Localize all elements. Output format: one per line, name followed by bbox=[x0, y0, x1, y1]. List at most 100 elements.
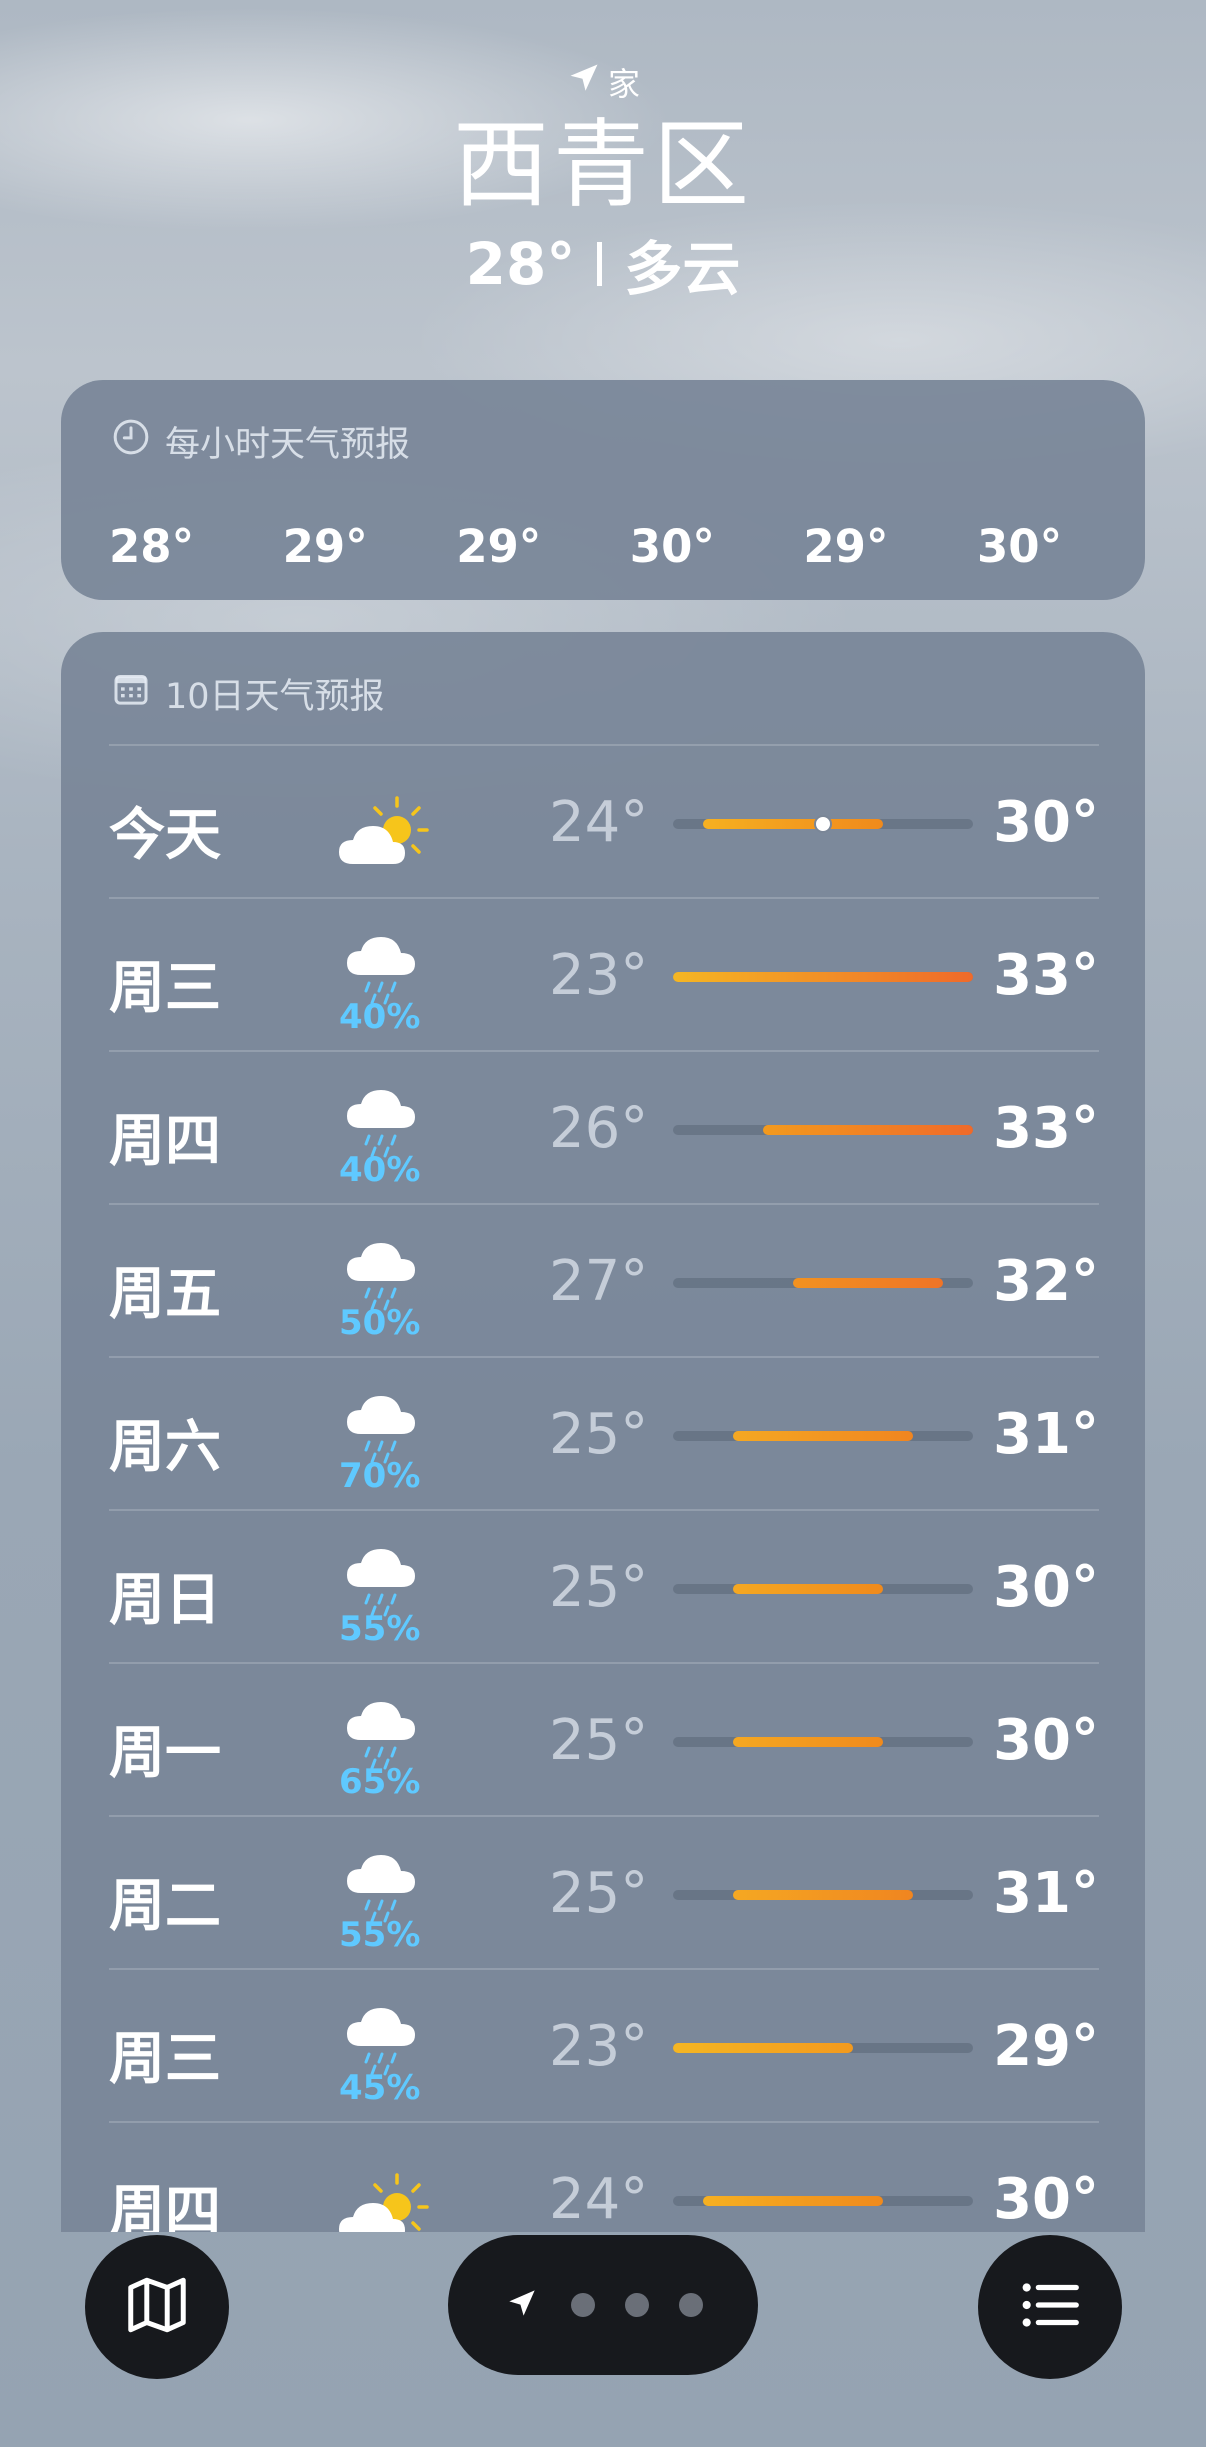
temperature-range-fill bbox=[733, 1431, 913, 1441]
temperature-range-fill bbox=[733, 1584, 883, 1594]
day-label: 周一 bbox=[109, 1721, 221, 1786]
hourly-temp: 28° bbox=[109, 520, 195, 573]
current-conditions: 28° 多云 bbox=[0, 222, 1206, 306]
day-label: 周五 bbox=[109, 1262, 221, 1327]
high-temperature: 29° bbox=[993, 2014, 1099, 2079]
home-location-label: 家 bbox=[0, 60, 1206, 104]
hourly-temp: 30° bbox=[629, 520, 715, 573]
hourly-temp: 30° bbox=[976, 520, 1063, 573]
high-temperature: 30° bbox=[993, 2167, 1099, 2232]
temperature-range-fill bbox=[733, 1890, 913, 1900]
daily-forecast-row[interactable]: 周三 40% 23° 33° bbox=[109, 897, 1099, 1050]
precipitation-chance: 40% bbox=[339, 1150, 421, 1190]
temperature-range-bar bbox=[673, 1890, 973, 1900]
hourly-temp: 29° bbox=[803, 520, 889, 573]
daily-forecast-row[interactable]: 周六 70% 25° 31° bbox=[109, 1356, 1099, 1509]
day-label: 周六 bbox=[109, 1415, 221, 1480]
temperature-range-fill bbox=[793, 1278, 943, 1288]
day-label: 周三 bbox=[109, 2027, 221, 2092]
low-temperature: 26° bbox=[549, 1096, 649, 1161]
temperature-range-bar bbox=[673, 1584, 973, 1594]
day-label: 周三 bbox=[109, 956, 221, 1021]
precipitation-chance: 50% bbox=[339, 1303, 421, 1343]
day-label: 今天 bbox=[109, 803, 221, 868]
daily-forecast-row[interactable]: 周二 55% 25° 31° bbox=[109, 1815, 1099, 1968]
partly-cloudy-icon bbox=[335, 792, 431, 872]
high-temperature: 32° bbox=[993, 1249, 1099, 1314]
high-temperature: 31° bbox=[993, 1402, 1099, 1467]
low-temperature: 23° bbox=[549, 943, 649, 1008]
list-icon bbox=[1015, 2270, 1085, 2344]
hourly-temp: 29° bbox=[456, 520, 542, 573]
ten-day-forecast-title: 10日天气预报 bbox=[111, 668, 385, 719]
temperature-range-fill bbox=[703, 819, 883, 829]
day-label: 周四 bbox=[109, 1109, 221, 1174]
location-arrow-icon[interactable] bbox=[503, 2284, 541, 2326]
temperature-range-bar bbox=[673, 2196, 973, 2206]
high-temperature: 30° bbox=[993, 1708, 1099, 1773]
temperature-range-fill bbox=[733, 1737, 883, 1747]
high-temperature: 33° bbox=[993, 943, 1099, 1008]
ten-day-title-text: 10日天气预报 bbox=[165, 677, 385, 717]
temperature-range-bar bbox=[673, 2043, 973, 2053]
page-dot[interactable] bbox=[625, 2293, 649, 2317]
location-arrow-icon bbox=[566, 60, 602, 104]
calendar-icon bbox=[111, 669, 151, 718]
low-temperature: 25° bbox=[549, 1861, 649, 1926]
daily-forecast-row[interactable]: 周五 50% 27° 32° bbox=[109, 1203, 1099, 1356]
low-temperature: 24° bbox=[549, 2167, 649, 2232]
precipitation-chance: 70% bbox=[339, 1456, 421, 1496]
temperature-range-fill bbox=[763, 1125, 973, 1135]
temperature-range-fill bbox=[673, 2043, 853, 2053]
page-indicator[interactable] bbox=[448, 2235, 758, 2375]
current-condition-text: 多云 bbox=[624, 235, 741, 304]
map-button[interactable] bbox=[85, 2235, 229, 2379]
city-list-button[interactable] bbox=[978, 2235, 1122, 2379]
daily-forecast-row[interactable]: 周日 55% 25° 30° bbox=[109, 1509, 1099, 1662]
divider bbox=[597, 242, 603, 287]
page-dot[interactable] bbox=[679, 2293, 703, 2317]
city-name: 西青区 bbox=[453, 109, 753, 221]
daily-forecast-row[interactable]: 周四 40% 26° 33° bbox=[109, 1050, 1099, 1203]
high-temperature: 33° bbox=[993, 1096, 1099, 1161]
temperature-range-bar bbox=[673, 1125, 973, 1135]
daily-forecast-row[interactable]: 周三 45% 23° 29° bbox=[109, 1968, 1099, 2121]
temperature-range-bar bbox=[673, 815, 973, 833]
low-temperature: 25° bbox=[549, 1555, 649, 1620]
clock-icon bbox=[111, 417, 151, 466]
day-label: 周日 bbox=[109, 1568, 221, 1633]
daily-forecast-row[interactable]: 周一 65% 25° 30° bbox=[109, 1662, 1099, 1815]
home-label: 家 bbox=[607, 65, 640, 103]
low-temperature: 23° bbox=[549, 2014, 649, 2079]
high-temperature: 30° bbox=[993, 1555, 1099, 1620]
precipitation-chance: 65% bbox=[339, 1762, 421, 1802]
daily-forecast-list: 今天 24° 30° 周三 40% 23° 33° 周四 40% 26° 33° 周五 50% 27° 32… bbox=[109, 744, 1099, 2232]
temperature-range-bar bbox=[673, 972, 973, 982]
low-temperature: 25° bbox=[549, 1708, 649, 1773]
current-temperature-marker bbox=[814, 815, 832, 833]
ten-day-forecast-card[interactable]: 10日天气预报 今天 24° 30° 周三 40% 23° 33° 周四 40% 26° 33° 周五… bbox=[61, 632, 1145, 2232]
hourly-forecast-card[interactable]: 每小时天气预报 28° 29° 29° 30° 29° 30° bbox=[61, 380, 1145, 600]
hourly-temp: 29° bbox=[282, 520, 368, 573]
day-label: 周二 bbox=[109, 1874, 221, 1939]
low-temperature: 25° bbox=[549, 1402, 649, 1467]
daily-forecast-row[interactable]: 今天 24° 30° bbox=[109, 744, 1099, 897]
hourly-title-text: 每小时天气预报 bbox=[165, 425, 411, 465]
temperature-range-bar bbox=[673, 1278, 973, 1288]
precipitation-chance: 55% bbox=[339, 1915, 421, 1955]
temperature-range-fill bbox=[673, 972, 973, 982]
header: 家 西青区 28° 多云 bbox=[0, 60, 1206, 306]
day-label: 周四 bbox=[109, 2180, 221, 2232]
current-temperature: 28° bbox=[465, 230, 576, 299]
partly-cloudy-icon bbox=[335, 2169, 431, 2232]
hourly-temperatures[interactable]: 28° 29° 29° 30° 29° 30° bbox=[109, 520, 1097, 573]
map-icon bbox=[122, 2270, 192, 2344]
precipitation-chance: 45% bbox=[339, 2068, 421, 2108]
temperature-range-bar bbox=[673, 1737, 973, 1747]
page-dot[interactable] bbox=[571, 2293, 595, 2317]
daily-forecast-row[interactable]: 周四 24° 30° bbox=[109, 2121, 1099, 2232]
high-temperature: 31° bbox=[993, 1861, 1099, 1926]
high-temperature: 30° bbox=[993, 790, 1099, 855]
temperature-range-bar bbox=[673, 1431, 973, 1441]
low-temperature: 27° bbox=[549, 1249, 649, 1314]
